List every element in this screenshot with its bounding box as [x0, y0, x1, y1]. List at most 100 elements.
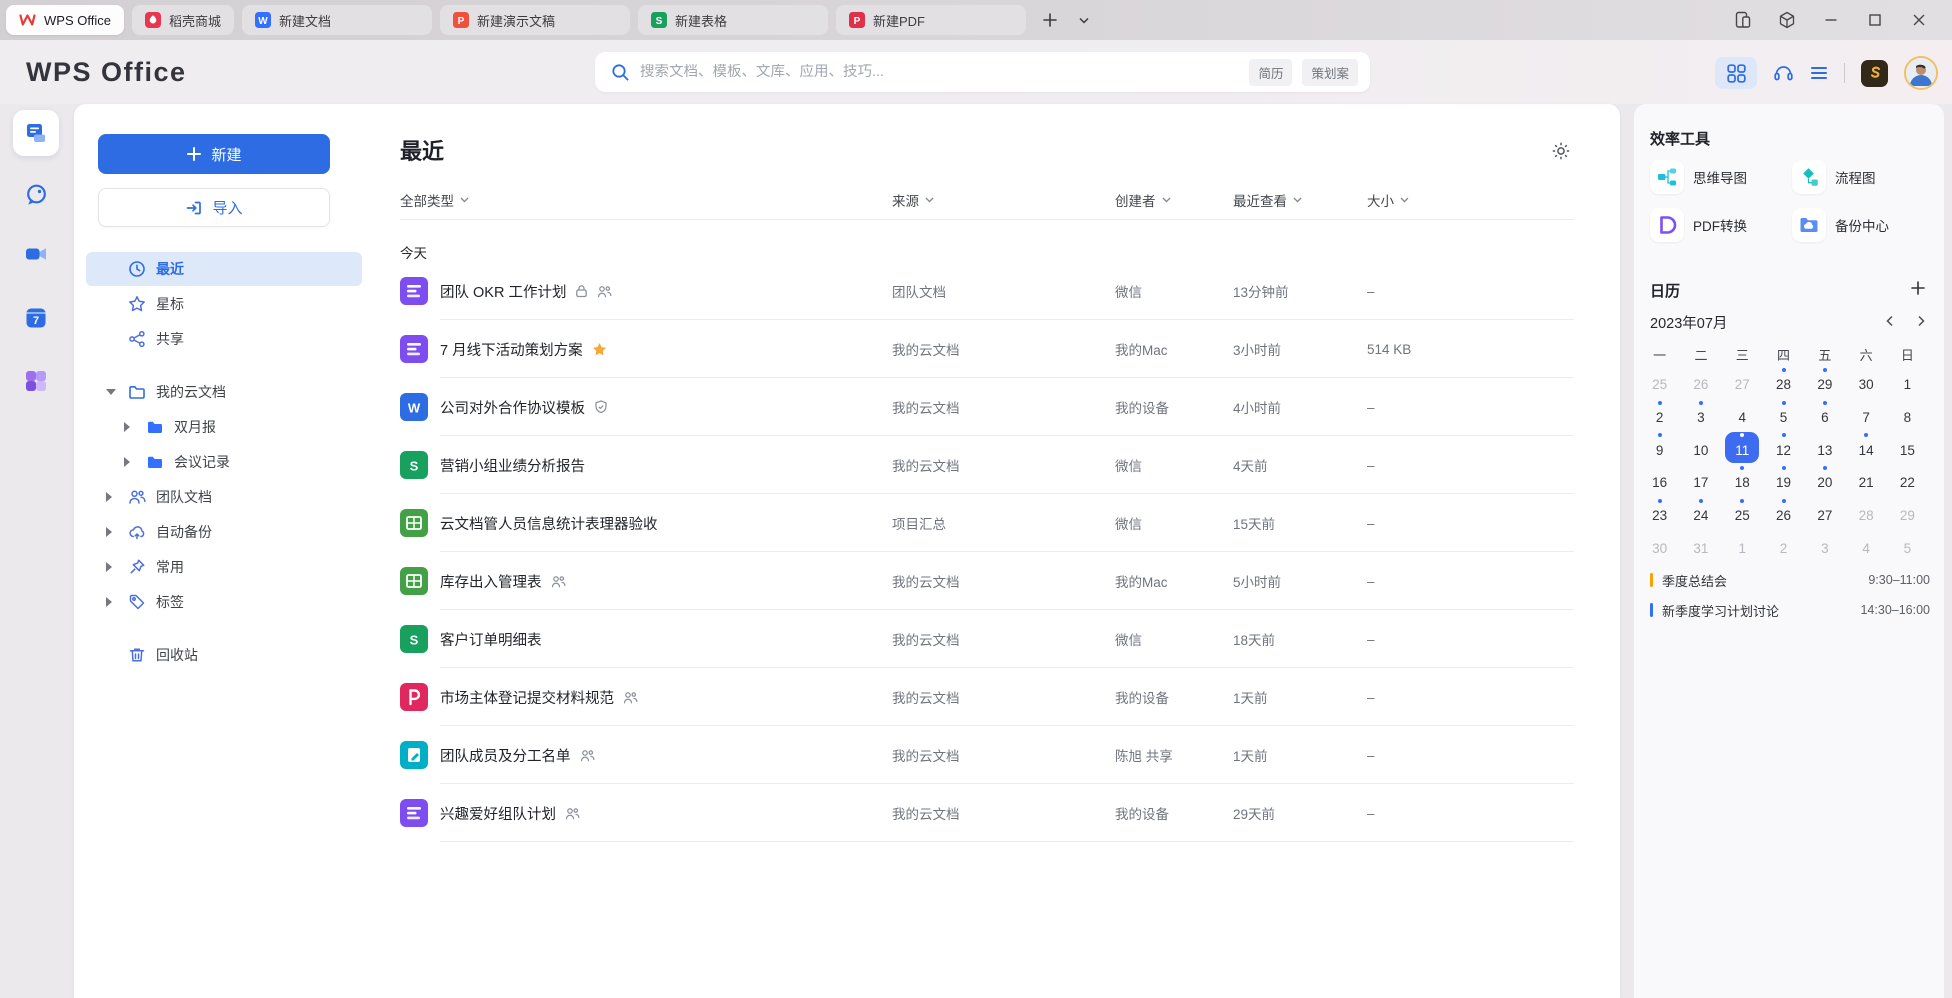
- calendar-day[interactable]: 9: [1639, 431, 1680, 464]
- rail-calendar-button[interactable]: 7: [13, 295, 59, 341]
- calendar-day[interactable]: 23: [1639, 497, 1680, 530]
- search-tag[interactable]: 简历: [1249, 59, 1292, 86]
- calendar-day[interactable]: 3: [1680, 399, 1721, 432]
- user-avatar[interactable]: [1904, 56, 1938, 90]
- calendar-day[interactable]: 17: [1680, 464, 1721, 497]
- calendar-next-button[interactable]: [1912, 312, 1930, 330]
- caret-right-icon[interactable]: [124, 457, 130, 467]
- caret-right-icon[interactable]: [106, 562, 112, 572]
- calendar-day[interactable]: 15: [1887, 431, 1928, 464]
- menu-button[interactable]: [1810, 65, 1828, 81]
- calendar-prev-button[interactable]: [1880, 312, 1898, 330]
- calendar-day[interactable]: 12: [1763, 431, 1804, 464]
- calendar-day[interactable]: 14: [1845, 431, 1886, 464]
- workspace-button[interactable]: [1772, 6, 1802, 34]
- calendar-day[interactable]: 1: [1887, 366, 1928, 399]
- minimize-button[interactable]: [1816, 6, 1846, 34]
- file-row[interactable]: 团队成员及分工名单我的云文档陈旭 共享1天前–: [400, 726, 1574, 784]
- caret-right-icon[interactable]: [106, 597, 112, 607]
- calendar-day[interactable]: 28: [1763, 366, 1804, 399]
- close-button[interactable]: [1904, 6, 1934, 34]
- calendar-day[interactable]: 10: [1680, 431, 1721, 464]
- calendar-day[interactable]: 30: [1639, 529, 1680, 562]
- apps-grid-button[interactable]: [1715, 57, 1757, 89]
- calendar-day[interactable]: 2: [1763, 529, 1804, 562]
- tab-list-dropdown-button[interactable]: [1072, 8, 1096, 32]
- membership-badge[interactable]: [1861, 60, 1888, 87]
- calendar-day[interactable]: 4: [1722, 399, 1763, 432]
- calendar-day[interactable]: 4: [1845, 529, 1886, 562]
- sidebar-item-回收站[interactable]: 回收站: [86, 638, 362, 672]
- file-row[interactable]: 云文档管人员信息统计表理器验收项目汇总微信15天前–: [400, 494, 1574, 552]
- calendar-day[interactable]: 25: [1722, 497, 1763, 530]
- tab-sheet[interactable]: S新建表格: [638, 5, 828, 35]
- calendar-day[interactable]: 6: [1804, 399, 1845, 432]
- calendar-day[interactable]: 19: [1763, 464, 1804, 497]
- mobile-sync-button[interactable]: [1728, 6, 1758, 34]
- file-row[interactable]: S营销小组业绩分析报告我的云文档微信4天前–: [400, 436, 1574, 494]
- tab-docer[interactable]: 稻壳商城: [132, 5, 234, 35]
- file-row[interactable]: 市场主体登记提交材料规范我的云文档我的设备1天前–: [400, 668, 1574, 726]
- file-row[interactable]: 库存出入管理表我的云文档我的Mac5小时前–: [400, 552, 1574, 610]
- calendar-day[interactable]: 2: [1639, 399, 1680, 432]
- tool-流程图[interactable]: 流程图: [1792, 160, 1934, 194]
- calendar-day[interactable]: 27: [1804, 497, 1845, 530]
- calendar-day[interactable]: 13: [1804, 431, 1845, 464]
- search-tag[interactable]: 策划案: [1302, 59, 1358, 86]
- file-row[interactable]: W公司对外合作协议模板我的云文档我的设备4小时前–: [400, 378, 1574, 436]
- sidebar-item-会议记录[interactable]: 会议记录: [86, 445, 362, 479]
- caret-down-icon[interactable]: [106, 389, 116, 395]
- calendar-day[interactable]: 7: [1845, 399, 1886, 432]
- add-tab-button[interactable]: [1038, 8, 1062, 32]
- calendar-event[interactable]: 新季度学习计划讨论14:30–16:00: [1650, 595, 1930, 625]
- calendar-day[interactable]: 22: [1887, 464, 1928, 497]
- calendar-day[interactable]: 18: [1722, 464, 1763, 497]
- file-row[interactable]: 团队 OKR 工作计划团队文档微信13分钟前–: [400, 262, 1574, 320]
- rail-meeting-button[interactable]: [13, 231, 59, 277]
- calendar-day[interactable]: 27: [1722, 366, 1763, 399]
- sidebar-item-双月报[interactable]: 双月报: [86, 410, 362, 444]
- sidebar-item-星标[interactable]: 星标: [86, 287, 362, 321]
- calendar-day[interactable]: 28: [1845, 497, 1886, 530]
- calendar-day[interactable]: 31: [1680, 529, 1721, 562]
- calendar-day[interactable]: 24: [1680, 497, 1721, 530]
- sidebar-item-常用[interactable]: 常用: [86, 550, 362, 584]
- file-row[interactable]: 7 月线下活动策划方案我的云文档我的Mac3小时前514 KB: [400, 320, 1574, 378]
- add-event-button[interactable]: [1908, 278, 1928, 298]
- filter-全部类型[interactable]: 全部类型: [400, 190, 469, 210]
- search-input[interactable]: [640, 64, 1249, 80]
- calendar-day[interactable]: 20: [1804, 464, 1845, 497]
- sidebar-item-自动备份[interactable]: 自动备份: [86, 515, 362, 549]
- rail-apps-button[interactable]: [13, 358, 59, 404]
- tab-pdf[interactable]: P新建PDF: [836, 5, 1026, 35]
- tab-writer[interactable]: W新建文档: [242, 5, 432, 35]
- calendar-day[interactable]: 29: [1887, 497, 1928, 530]
- file-row[interactable]: S客户订单明细表我的云文档微信18天前–: [400, 610, 1574, 668]
- import-button[interactable]: 导入: [98, 188, 330, 227]
- caret-right-icon[interactable]: [106, 527, 112, 537]
- list-settings-button[interactable]: [1550, 140, 1572, 162]
- caret-right-icon[interactable]: [124, 422, 130, 432]
- sidebar-item-最近[interactable]: 最近: [86, 252, 362, 286]
- support-button[interactable]: [1773, 63, 1794, 83]
- maximize-button[interactable]: [1860, 6, 1890, 34]
- sidebar-item-我的云文档[interactable]: 我的云文档: [86, 375, 362, 409]
- tab-ppt[interactable]: P新建演示文稿: [440, 5, 630, 35]
- calendar-event[interactable]: 季度总结会9:30–11:00: [1650, 565, 1930, 595]
- filter-最近查看[interactable]: 最近查看: [1233, 190, 1302, 210]
- calendar-day[interactable]: 8: [1887, 399, 1928, 432]
- calendar-day[interactable]: 16: [1639, 464, 1680, 497]
- filter-创建者[interactable]: 创建者: [1115, 190, 1171, 210]
- sidebar-item-团队文档[interactable]: 团队文档: [86, 480, 362, 514]
- tool-PDF转换[interactable]: PDF转换: [1650, 208, 1792, 242]
- sidebar-item-标签[interactable]: 标签: [86, 585, 362, 619]
- calendar-day[interactable]: 21: [1845, 464, 1886, 497]
- calendar-day[interactable]: 29: [1804, 366, 1845, 399]
- sidebar-item-共享[interactable]: 共享: [86, 322, 362, 356]
- caret-right-icon[interactable]: [106, 492, 112, 502]
- calendar-day[interactable]: 1: [1722, 529, 1763, 562]
- filter-来源[interactable]: 来源: [892, 190, 934, 210]
- calendar-day[interactable]: 5: [1763, 399, 1804, 432]
- calendar-day[interactable]: 3: [1804, 529, 1845, 562]
- calendar-day[interactable]: 30: [1845, 366, 1886, 399]
